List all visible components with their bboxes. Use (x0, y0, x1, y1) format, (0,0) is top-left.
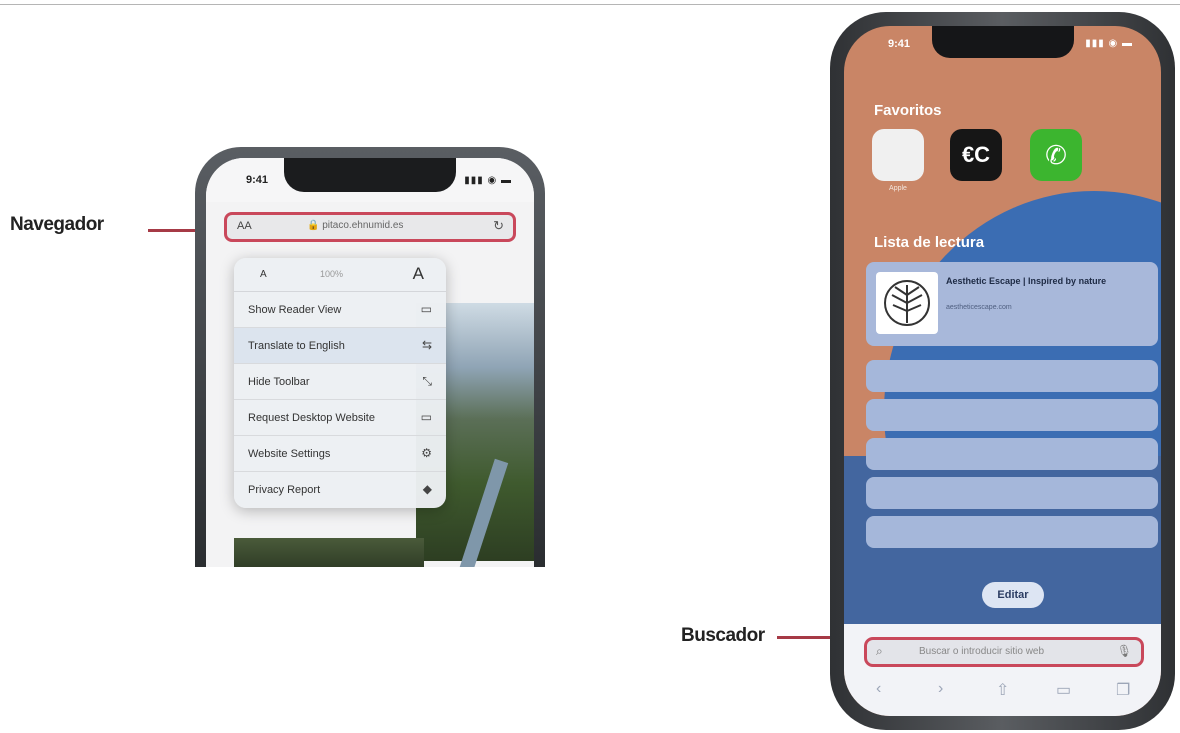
favorites-title: Favoritos (874, 102, 942, 119)
url-text[interactable]: 🔒 pitaco.ehnumid.es (307, 220, 403, 231)
microphone-icon[interactable]: 🎙 (1117, 644, 1132, 658)
reload-icon[interactable]: ↻ (493, 218, 504, 234)
signal-battery-icon: ▮▮▮ ◉ ▬ (464, 175, 512, 186)
menu-item-desktop-website[interactable]: Request Desktop Website ▭ (234, 400, 446, 436)
status-bar: 9:41 ▮▮▮ ◉ ▬ (206, 158, 534, 202)
reading-list-card[interactable]: Aesthetic Escape | Inspired by nature ae… (866, 262, 1158, 346)
phone-small-screen: 9:41 ▮▮▮ ◉ ▬ AA 🔒 pitaco.ehnumid.es ↻ A … (206, 158, 534, 567)
top-divider (0, 4, 1180, 5)
list-item[interactable] (866, 477, 1158, 509)
reader-icon: ▭ (420, 302, 432, 316)
increase-text-button[interactable]: A (413, 264, 424, 284)
search-placeholder: Buscar o introducir sitio web (919, 646, 1045, 657)
shield-icon: ◆ (422, 482, 432, 496)
forward-icon[interactable]: › (938, 680, 943, 698)
page-settings-menu: A 100% A Show Reader View ▭ Translate to… (234, 258, 446, 508)
phone-large-frame: 9:41 ▮▮▮ ◉ ▬ Favoritos €C ✆ Apple Lista … (830, 12, 1175, 730)
edit-button[interactable]: Editar (982, 582, 1044, 608)
notch (932, 26, 1074, 58)
bookmarks-icon[interactable]: ▭ (1056, 680, 1071, 700)
reading-card-subtitle: aestheticescape.com (946, 304, 1012, 311)
decrease-text-button[interactable]: A (260, 269, 267, 280)
list-item[interactable] (866, 399, 1158, 431)
whatsapp-favorite[interactable]: ✆ (1030, 129, 1082, 181)
text-size-row: A 100% A (234, 258, 446, 292)
browser-bottom-bar: ⌕ Buscar o introducir sitio web 🎙 ‹ › ⇧ … (844, 624, 1161, 716)
search-field[interactable]: ⌕ Buscar o introducir sitio web 🎙 (864, 637, 1144, 667)
favorite-caption: Apple (889, 185, 907, 192)
list-item[interactable] (866, 438, 1158, 470)
notch (284, 158, 456, 192)
desktop-icon: ▭ (420, 410, 432, 424)
callout-navegador: Navegador (10, 214, 104, 235)
menu-item-label: Request Desktop Website (248, 412, 375, 424)
signal-battery-icon: ▮▮▮ ◉ ▬ (1085, 38, 1133, 49)
reading-card-title: Aesthetic Escape | Inspired by nature (946, 276, 1107, 286)
list-item[interactable] (866, 360, 1158, 392)
menu-item-translate[interactable]: Translate to English ⇆ (234, 328, 446, 364)
webpage-image-bottom (234, 538, 424, 567)
ec-logo-icon: €C (961, 142, 991, 167)
status-time: 9:41 (246, 174, 269, 186)
menu-item-label: Translate to English (248, 340, 345, 352)
page-settings-button[interactable]: AA (237, 220, 252, 232)
address-bar[interactable]: AA 🔒 pitaco.ehnumid.es ↻ (224, 212, 516, 242)
ec-favorite[interactable]: €C (950, 129, 1002, 181)
gear-icon: ⚙ (421, 446, 432, 460)
leaf-logo-icon (876, 272, 938, 334)
reading-list-title: Lista de lectura (874, 234, 985, 251)
menu-item-label: Hide Toolbar (248, 376, 310, 388)
menu-item-hide-toolbar[interactable]: Hide Toolbar ⤡ (234, 364, 446, 400)
menu-item-website-settings[interactable]: Website Settings ⚙ (234, 436, 446, 472)
share-icon[interactable]: ⇧ (996, 680, 1009, 700)
whatsapp-icon: ✆ (1045, 139, 1067, 170)
menu-item-label: Website Settings (248, 448, 331, 460)
menu-item-privacy-report[interactable]: Privacy Report ◆ (234, 472, 446, 508)
resize-icon: ⤡ (422, 374, 432, 388)
status-time: 9:41 (888, 38, 911, 50)
menu-item-label: Privacy Report (248, 484, 321, 496)
search-icon: ⌕ (876, 644, 883, 658)
menu-item-reader-view[interactable]: Show Reader View ▭ (234, 292, 446, 328)
callout-navegador-arrow (148, 229, 198, 232)
translate-icon: ⇆ (421, 338, 432, 352)
phone-large-screen: 9:41 ▮▮▮ ◉ ▬ Favoritos €C ✆ Apple Lista … (844, 26, 1161, 716)
apple-icon (872, 129, 924, 181)
callout-buscador: Buscador (681, 625, 765, 646)
tabs-icon[interactable]: ❐ (1116, 680, 1130, 700)
list-item[interactable] (866, 516, 1158, 548)
back-icon[interactable]: ‹ (876, 680, 881, 698)
phone-small-frame: 9:41 ▮▮▮ ◉ ▬ AA 🔒 pitaco.ehnumid.es ↻ A … (195, 147, 545, 567)
text-size-percent: 100% (320, 269, 344, 279)
menu-item-label: Show Reader View (248, 304, 342, 316)
apple-favorite[interactable] (872, 129, 924, 181)
